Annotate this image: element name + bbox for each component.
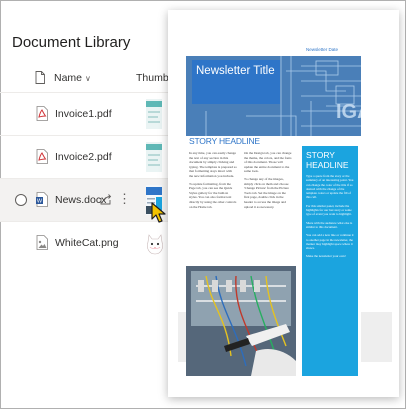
- story-column: In any time, you can easily change the t…: [189, 151, 237, 212]
- sidebar-paragraph: For this sidebar panel, include the high…: [306, 203, 352, 217]
- body-paragraph: On the Design tab, you can change the th…: [244, 151, 292, 174]
- pdf-icon: [36, 149, 48, 164]
- file-name[interactable]: Invoice2.pdf: [55, 151, 112, 163]
- share-icon[interactable]: [100, 193, 112, 205]
- file-type-header-icon[interactable]: [35, 71, 45, 84]
- thumbnail-image[interactable]: [146, 99, 162, 129]
- sidebar-paragraph: Share with the audience what else is sim…: [306, 220, 353, 229]
- body-paragraph: In any time, you can easily change the t…: [189, 151, 237, 178]
- list-item[interactable]: Invoice1.pdf: [0, 93, 175, 135]
- column-header-name-label: Name: [54, 72, 83, 84]
- svg-text:W: W: [37, 199, 43, 205]
- mouse-pointer-icon: [151, 202, 166, 223]
- sidebar-headline: STORY HEADLINE: [306, 150, 349, 170]
- story-headline: STORY HEADLINE: [189, 136, 260, 146]
- file-name[interactable]: Invoice1.pdf: [55, 108, 112, 120]
- banner-image: IGA Newsletter Title: [186, 56, 361, 136]
- document-preview-card[interactable]: Newsletter Date IGA Newsletter Title STO…: [168, 10, 399, 397]
- list-item[interactable]: WhiteCat.png: [0, 222, 175, 264]
- story-sidebar: STORY HEADLINE Type a quote from the sto…: [302, 146, 358, 376]
- body-paragraph: To update formatting, from the Page tab,…: [189, 181, 237, 209]
- list-item[interactable]: W News.docx ⋮: [0, 179, 175, 221]
- word-icon: W: [36, 192, 48, 207]
- image-icon: [36, 235, 48, 250]
- column-header-name[interactable]: Name ∨: [54, 72, 91, 84]
- story-column: On the Design tab, you can change the th…: [244, 151, 292, 212]
- row-select-radio[interactable]: [15, 194, 27, 206]
- more-options-icon[interactable]: ⋮: [118, 191, 131, 207]
- svg-text:IGA: IGA: [336, 101, 361, 123]
- thumbnail-image[interactable]: [146, 142, 162, 172]
- newsletter-page: Newsletter Date IGA Newsletter Title STO…: [186, 44, 361, 394]
- newsletter-date: Newsletter Date: [306, 47, 339, 52]
- file-name[interactable]: WhiteCat.png: [55, 237, 119, 249]
- sidebar-paragraph: You can add a new line or continue it to…: [306, 233, 354, 251]
- chevron-down-icon: ∨: [84, 74, 91, 83]
- electrician-photo: [186, 266, 296, 376]
- sidebar-paragraph: Type a quote from the story or the summa…: [306, 174, 354, 200]
- newsletter-title: Newsletter Title: [192, 60, 280, 104]
- thumbnail-image[interactable]: [144, 228, 166, 258]
- file-name[interactable]: News.docx: [55, 194, 106, 206]
- sidebar-paragraph: Make the newsletter your own!: [306, 254, 346, 259]
- pdf-icon: [36, 106, 48, 121]
- page-title: Document Library: [12, 34, 131, 51]
- list-item[interactable]: Invoice2.pdf: [0, 136, 175, 178]
- body-paragraph: To change any of the images, simply clic…: [244, 176, 289, 209]
